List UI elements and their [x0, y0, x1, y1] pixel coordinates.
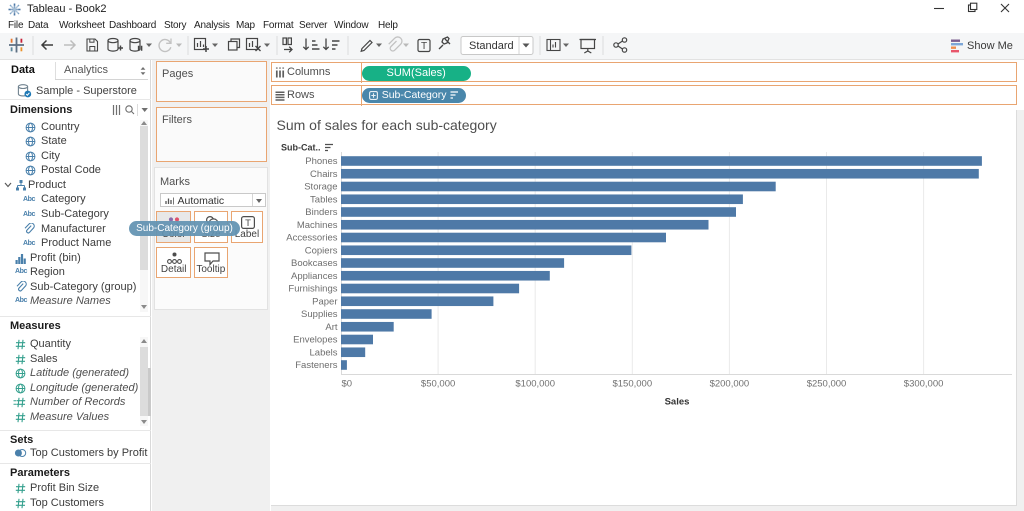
svg-text:$200,000: $200,000 [710, 379, 750, 390]
svg-text:$150,000: $150,000 [612, 379, 652, 390]
svg-text:Supplies: Supplies [301, 309, 338, 320]
svg-text:$250,000: $250,000 [807, 379, 847, 390]
svg-text:Appliances: Appliances [291, 271, 338, 282]
svg-text:$50,000: $50,000 [421, 379, 455, 390]
svg-text:Sales: Sales [665, 397, 690, 408]
svg-text:Phones: Phones [305, 156, 337, 167]
svg-text:Tables: Tables [310, 194, 338, 205]
svg-text:Labels: Labels [310, 347, 338, 358]
svg-text:Sub-Cat..: Sub-Cat.. [281, 143, 321, 153]
svg-text:Binders: Binders [305, 207, 337, 218]
svg-text:Accessories: Accessories [286, 233, 337, 244]
svg-text:T: T [245, 218, 251, 229]
svg-text:Standard: Standard [469, 40, 514, 52]
svg-text:Machines: Machines [297, 220, 338, 231]
svg-text:$0: $0 [342, 379, 353, 390]
svg-text:$100,000: $100,000 [515, 379, 555, 390]
svg-text:Show Me: Show Me [967, 40, 1013, 52]
svg-text:Art: Art [325, 322, 338, 333]
svg-text:Furnishings: Furnishings [288, 284, 337, 295]
svg-text:Fasteners: Fasteners [295, 360, 337, 371]
svg-text:Sum of sales for each sub-cate: Sum of sales for each sub-category [277, 117, 497, 133]
svg-text:Bookcases: Bookcases [291, 258, 338, 269]
svg-text:Chairs: Chairs [310, 169, 338, 180]
svg-text:$300,000: $300,000 [904, 379, 944, 390]
svg-text:Paper: Paper [312, 296, 337, 307]
svg-text:Envelopes: Envelopes [293, 335, 338, 346]
svg-text:Copiers: Copiers [305, 245, 338, 256]
svg-text:T: T [421, 41, 427, 52]
svg-text:Storage: Storage [304, 182, 337, 193]
